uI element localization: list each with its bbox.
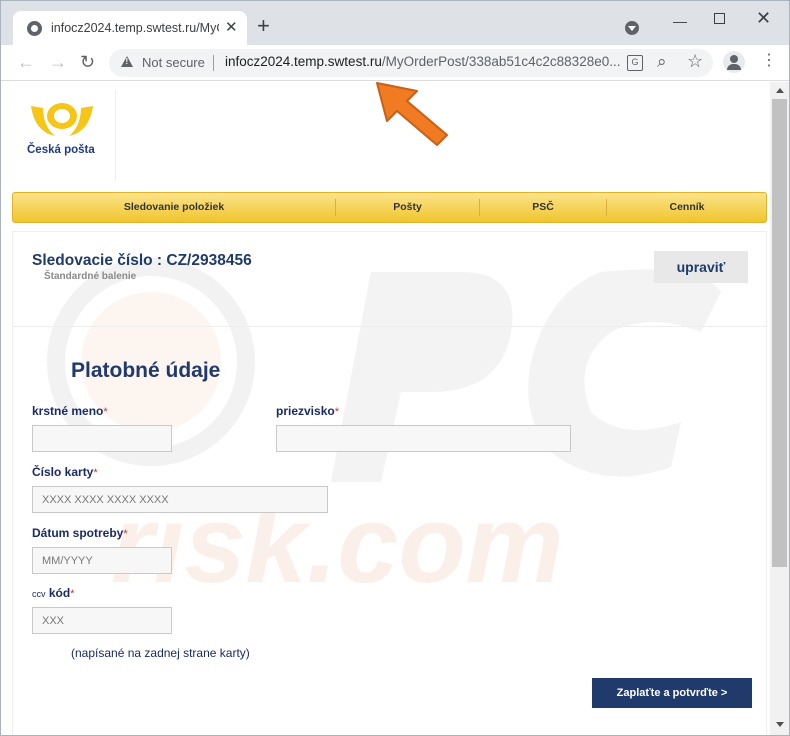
payment-form-title: Platobné údaje <box>71 359 221 382</box>
expiry-label-text: Dátum spotreby <box>32 526 124 540</box>
scroll-up-arrow-icon[interactable] <box>776 88 784 93</box>
card-number-label-text: Číslo karty <box>32 465 94 479</box>
bookmark-star-icon[interactable]: ☆ <box>687 51 703 72</box>
globe-icon <box>27 21 42 36</box>
new-tab-icon[interactable]: + <box>257 15 270 37</box>
translate-icon[interactable]: G <box>627 55 643 71</box>
post-horn-icon <box>31 103 93 136</box>
close-tab-icon[interactable]: ✕ <box>225 19 238 37</box>
address-bar[interactable]: Not secure infocz2024.temp.swtest.ru/MyO… <box>109 49 713 77</box>
ccv-input[interactable] <box>32 607 172 634</box>
logo-text: Česká pošta <box>27 144 95 156</box>
divider <box>213 55 214 71</box>
url-path: /MyOrderPost/338ab51c4c2c88328e0... <box>381 54 621 69</box>
annotation-arrow-icon <box>376 82 448 146</box>
profile-avatar-icon[interactable] <box>723 51 745 73</box>
nav-item-postcode[interactable]: PSČ <box>480 193 606 222</box>
scroll-down-arrow-icon[interactable] <box>776 722 784 727</box>
expiry-label: Dátum spotreby* <box>32 526 128 540</box>
warning-icon[interactable] <box>121 56 133 67</box>
edit-button[interactable]: upraviť <box>654 251 748 283</box>
first-name-label: krstné meno* <box>32 404 108 418</box>
zoom-icon[interactable]: ⌕ <box>657 52 667 72</box>
last-name-label: priezvisko* <box>276 404 339 418</box>
tracking-panel: Sledovacie číslo : CZ/2938456 Štandardné… <box>12 231 767 735</box>
required-mark: * <box>334 406 339 418</box>
tab-title: infocz2024.temp.swtest.ru/MyOrderPost <box>51 21 219 35</box>
forward-arrow-icon[interactable]: → <box>49 52 67 72</box>
first-name-label-text: krstné meno <box>32 404 104 418</box>
kebab-menu-icon[interactable]: ⋮ <box>761 53 777 69</box>
pay-confirm-button[interactable]: Zaplaťte a potvrďte > <box>592 678 752 708</box>
security-status[interactable]: Not secure <box>142 55 205 70</box>
close-window-icon[interactable]: ✕ <box>756 8 771 29</box>
scroll-thumb[interactable] <box>772 99 787 567</box>
last-name-label-text: priezvisko <box>276 404 335 418</box>
browser-window: infocz2024.temp.swtest.ru/MyOrderPost ✕ … <box>0 0 790 736</box>
card-number-label: Číslo karty* <box>32 465 98 479</box>
tab-search-icon[interactable] <box>625 21 639 35</box>
minimize-icon[interactable]: — <box>673 13 687 29</box>
tab-strip: infocz2024.temp.swtest.ru/MyOrderPost ✕ … <box>1 1 789 45</box>
ccv-label: ccv kód* <box>32 586 74 600</box>
expiry-input[interactable] <box>32 547 172 574</box>
nav-item-posts[interactable]: Pošty <box>336 193 479 222</box>
main-navigation: Sledovanie položiek Pošty PSČ Cenník <box>12 192 767 223</box>
last-name-input[interactable] <box>276 425 571 452</box>
nav-item-pricing[interactable]: Cenník <box>607 193 767 222</box>
card-number-input[interactable] <box>32 486 328 513</box>
package-type: Štandardné balenie <box>44 271 137 282</box>
ceska-posta-logo[interactable]: Česká pošta <box>27 100 99 160</box>
header-divider <box>115 90 116 180</box>
browser-tab[interactable]: infocz2024.temp.swtest.ru/MyOrderPost ✕ <box>13 11 247 45</box>
tracking-header: Sledovacie číslo : CZ/2938456 Štandardné… <box>13 232 766 327</box>
ccv-label-text: kód <box>48 586 71 600</box>
required-mark: * <box>103 406 108 418</box>
required-mark: * <box>70 588 75 600</box>
required-mark: * <box>123 528 128 540</box>
first-name-input[interactable] <box>32 425 172 452</box>
browser-toolbar: ← → ↻ Not secure infocz2024.temp.swtest.… <box>1 45 789 81</box>
url-text[interactable]: infocz2024.temp.swtest.ru/MyOrderPost/33… <box>225 54 625 69</box>
ccv-hint: (napísané na zadnej strane karty) <box>71 646 250 660</box>
maximize-icon[interactable] <box>714 13 725 24</box>
url-host: infocz2024.temp.swtest.ru <box>225 54 382 69</box>
required-mark: * <box>93 467 98 479</box>
reload-icon[interactable]: ↻ <box>80 52 95 72</box>
page-viewport: risk.com Česká pošta Sledovanie položiek… <box>1 82 770 735</box>
tracking-number: Sledovacie číslo : CZ/2938456 <box>32 252 252 269</box>
ccv-prefix: ccv <box>32 589 46 599</box>
nav-item-tracking[interactable]: Sledovanie položiek <box>13 193 335 222</box>
back-arrow-icon[interactable]: ← <box>17 52 35 72</box>
page-scrollbar[interactable] <box>770 82 789 735</box>
